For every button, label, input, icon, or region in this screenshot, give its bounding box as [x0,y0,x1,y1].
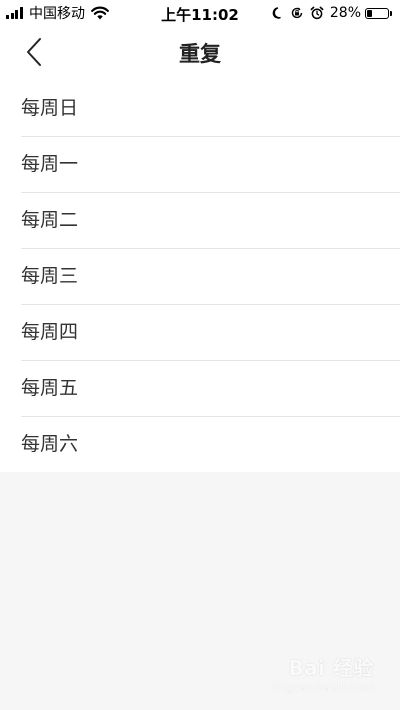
screen: 中国移动 上午11:02 28% 重复 每周日 每周一 每周二 每周三 每周四 … [0,0,400,710]
repeat-option-saturday[interactable]: 每周六 [0,416,400,472]
moon-icon [272,7,281,19]
status-bar: 中国移动 上午11:02 28% [0,0,400,26]
rotation-lock-icon [291,7,303,19]
battery-fill [367,9,373,17]
repeat-option-monday[interactable]: 每周一 [0,136,400,192]
repeat-options-list: 每周日 每周一 每周二 每周三 每周四 每周五 每周六 [0,80,400,472]
battery-percent: 28% [329,5,361,21]
alarm-icon [310,6,324,20]
repeat-option-tuesday[interactable]: 每周二 [0,192,400,248]
repeat-option-thursday[interactable]: 每周四 [0,304,400,360]
battery-icon [365,7,389,19]
watermark-brand: Bai 经验 [288,656,374,680]
watermark-url: jingyan.baidu.com [272,681,374,694]
nav-bar: 重复 [0,26,400,80]
watermark: Bai 经验 jingyan.baidu.com [272,652,374,694]
battery-tip [390,10,392,16]
repeat-option-sunday[interactable]: 每周日 [0,80,400,136]
repeat-option-friday[interactable]: 每周五 [0,360,400,416]
page-title: 重复 [179,42,221,66]
status-right: 28% [266,4,392,22]
repeat-option-wednesday[interactable]: 每周三 [0,248,400,304]
